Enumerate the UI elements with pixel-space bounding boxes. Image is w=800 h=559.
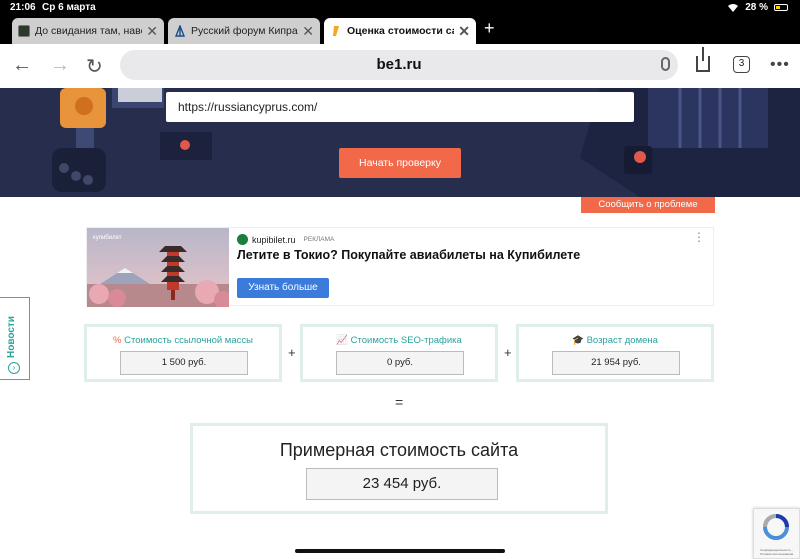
chart-icon: 📈 [336, 335, 349, 346]
tab-favicon-icon [330, 25, 342, 37]
share-icon[interactable] [696, 47, 710, 72]
recaptcha-text: Конфиденциальность - Условия использован… [759, 548, 794, 556]
ad-brand[interactable]: kupibilet.ru РЕКЛАМА [237, 234, 334, 245]
address-bar[interactable]: be1.ru [120, 50, 678, 80]
browser-toolbar: ← → ↻ be1.ru 3 ••• [0, 44, 800, 88]
metric-label-row: % Стоимость ссылочной массы [87, 335, 279, 346]
home-indicator[interactable] [295, 549, 505, 553]
plus-operator: + [288, 345, 296, 360]
recaptcha-icon [763, 514, 789, 540]
metric-value: 21 954 руб. [552, 351, 680, 375]
ad-tag: РЕКЛАМА [303, 236, 335, 243]
more-menu-icon[interactable]: ••• [770, 56, 790, 74]
total-label: Примерная стоимость сайта [279, 440, 519, 460]
tab-1[interactable]: До свидания там, наве ✕ [12, 18, 164, 44]
ad-learn-more-button[interactable]: Узнать больше [237, 278, 329, 298]
start-check-button[interactable]: Начать проверку [339, 148, 461, 178]
tab-2[interactable]: Русский форум Кипра ✕ [168, 18, 320, 44]
metric-value: 1 500 руб. [120, 351, 248, 375]
metric-label-row: 📈 Стоимость SEO-трафика [303, 335, 495, 346]
reload-icon[interactable]: ↻ [86, 54, 103, 79]
more-vertical-icon[interactable]: ⋮ [693, 230, 705, 244]
metric-seo-traffic: 📈 Стоимость SEO-трафика 0 руб. [300, 324, 498, 382]
tab-label: Оценка стоимости сай [347, 25, 455, 37]
tab-label: Русский форум Кипра [191, 25, 298, 37]
new-tab-button[interactable]: + [484, 18, 495, 39]
ad-banner[interactable]: купибилет kupibilet.ru РЕКЛАМА Летите в … [86, 227, 714, 307]
news-side-tab[interactable]: Новости › [0, 297, 30, 380]
address-domain: be1.ru [376, 56, 422, 73]
forward-arrow-icon[interactable]: → [50, 54, 70, 77]
tab-3-active[interactable]: Оценка стоимости сай ✕ [324, 18, 476, 44]
metric-link-mass: % Стоимость ссылочной массы 1 500 руб. [84, 324, 282, 382]
tab-count-button[interactable]: 3 [733, 56, 750, 73]
wifi-icon [728, 3, 739, 12]
close-icon[interactable]: ✕ [146, 23, 158, 40]
status-right: 28 % [727, 2, 788, 13]
battery-percent: 28 % [745, 2, 768, 13]
metric-label: Возраст домена [586, 335, 658, 346]
browser-window: 21:06 Ср 6 марта 28 % До свидания там, н… [0, 0, 800, 559]
tab-bar: До свидания там, наве ✕ Русский форум Ки… [0, 16, 800, 44]
status-time: 21:06 [10, 2, 36, 13]
tab-favicon-icon [18, 25, 30, 37]
status-date: Ср 6 марта [42, 2, 96, 13]
ad-image[interactable]: купибилет [87, 228, 229, 307]
report-problem-button[interactable]: Сообщить о проблеме [581, 197, 715, 213]
tab-label: До свидания там, наве [35, 25, 143, 37]
battery-icon [774, 4, 788, 11]
link-icon: % [113, 335, 122, 346]
plus-operator: + [504, 345, 512, 360]
kupibilet-logo-icon [237, 234, 248, 245]
metric-label-row: 🎓 Возраст домена [519, 335, 711, 346]
close-icon[interactable]: ✕ [302, 23, 314, 40]
chevron-right-icon: › [8, 362, 20, 374]
recaptcha-badge[interactable]: Конфиденциальность - Условия использован… [753, 508, 800, 559]
status-bar: 21:06 Ср 6 марта 28 % [0, 0, 800, 16]
back-arrow-icon[interactable]: ← [12, 54, 32, 77]
site-url-input[interactable]: https://russiancyprus.com/ [166, 92, 634, 122]
ad-image-caption: купибилет [93, 235, 122, 241]
microphone-icon[interactable] [661, 57, 670, 71]
graduation-cap-icon: 🎓 [572, 335, 584, 346]
metric-label: Стоимость SEO-трафика [350, 335, 462, 346]
ad-brand-name: kupibilet.ru [252, 234, 296, 245]
ad-title[interactable]: Летите в Токио? Покупайте авиабилеты на … [237, 248, 580, 262]
total-value-box: Примерная стоимость сайта 23 454 руб. [190, 423, 608, 514]
close-icon[interactable]: ✕ [458, 23, 470, 40]
total-value: 23 454 руб. [306, 468, 498, 500]
news-tab-label: Новости [6, 316, 17, 358]
metric-label: Стоимость ссылочной массы [124, 335, 253, 346]
metric-domain-age: 🎓 Возраст домена 21 954 руб. [516, 324, 714, 382]
equals-operator: = [395, 394, 404, 410]
tab-favicon-icon [174, 24, 186, 37]
metric-value: 0 руб. [336, 351, 464, 375]
